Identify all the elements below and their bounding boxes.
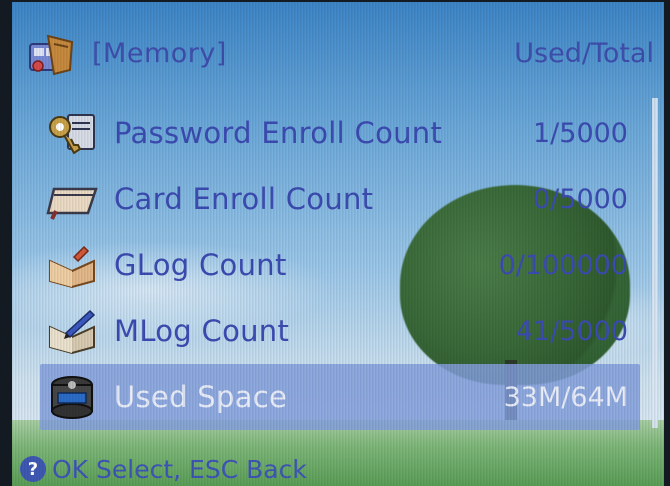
scrollbar[interactable] [652,98,658,428]
memory-icon [29,34,74,76]
list-item-label: Card Enroll Count [114,182,374,216]
footer-hint: ? OK Select, ESC Back [20,452,307,486]
list-item-value: 1/5000 [533,117,628,149]
page-title: [Memory] [92,38,227,69]
menu-header: [Memory] Used/Total [24,30,664,82]
glog-book-icon [49,245,95,289]
storage-icon [51,376,93,419]
key-icon [49,114,95,155]
list-item-value: 41/5000 [515,315,628,347]
memory-stats-list: Password Enroll Count 1/5000 Card Enroll… [40,100,640,430]
mlog-book-icon [49,309,96,355]
list-item-value: 0/5000 [533,183,628,215]
list-item-label: Password Enroll Count [114,116,443,150]
list-item-card-enroll-count[interactable]: Card Enroll Count 0/5000 [40,166,640,232]
list-item-label: Used Space [114,380,288,414]
footer-hint-text: OK Select, ESC Back [52,454,307,484]
list-item-label: GLog Count [114,248,287,282]
list-item-glog-count[interactable]: GLog Count 0/100000 [40,232,640,298]
lcd-screen: [Memory] Used/Total Password Enroll Coun… [0,0,670,486]
list-item-value: 33M/64M [503,381,628,413]
list-item-label: MLog Count [114,314,290,348]
list-item-mlog-count[interactable]: MLog Count 41/5000 [40,298,640,364]
list-item-used-space[interactable]: Used Space 33M/64M [40,364,640,430]
list-item-password-enroll-count[interactable]: Password Enroll Count 1/5000 [40,100,640,166]
help-icon: ? [20,456,46,482]
card-icon [46,187,98,220]
list-item-value: 0/100000 [498,249,628,281]
column-header-used-total: Used/Total [514,38,654,69]
